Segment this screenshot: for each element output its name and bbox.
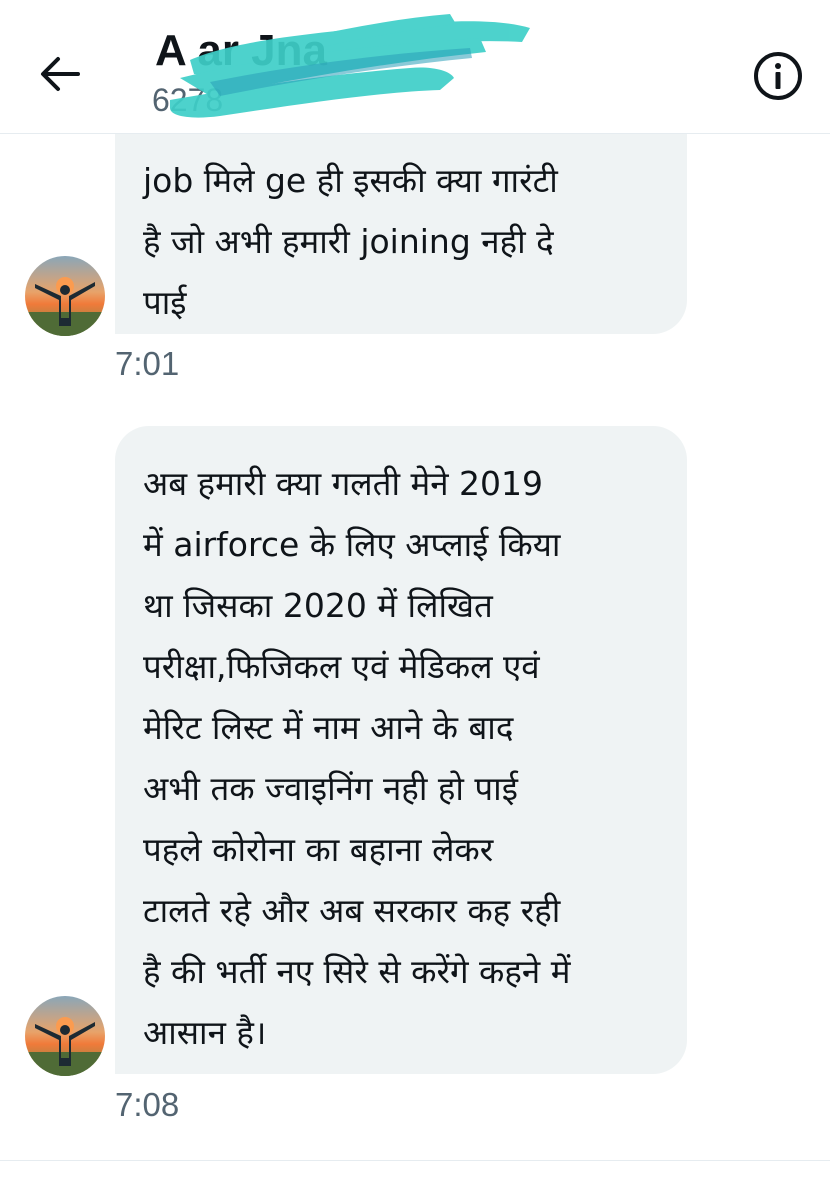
sender-avatar[interactable]	[25, 996, 105, 1076]
info-button[interactable]	[748, 46, 808, 106]
divider	[0, 1160, 830, 1161]
back-button[interactable]	[32, 48, 88, 100]
arrow-left-icon	[41, 57, 80, 91]
avatar-photo	[25, 256, 105, 336]
info-icon	[754, 52, 802, 100]
redaction-scribble	[170, 14, 530, 118]
message-timestamp: 7:08	[115, 1086, 180, 1123]
sender-avatar[interactable]	[25, 256, 105, 336]
avatar-photo	[25, 996, 105, 1076]
message-bubble[interactable]: अब हमारी क्या गलती मेने 2019 में airforc…	[115, 426, 687, 1074]
message-timestamp: 7:01	[115, 345, 180, 382]
conversation-header: A ar Jna 6278	[0, 0, 830, 134]
